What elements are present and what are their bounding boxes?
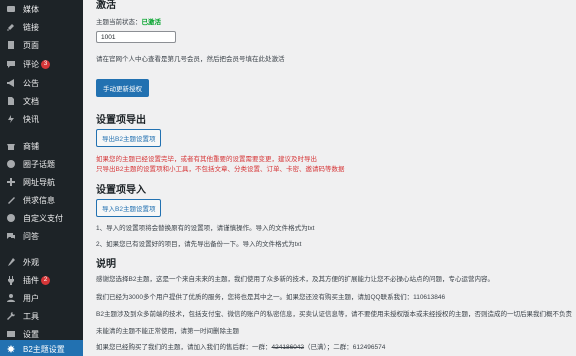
sidebar-item-label: 供求信息 <box>23 195 55 205</box>
update-license-button[interactable]: 手动更新授权 <box>96 79 149 97</box>
sidebar-item-plugins[interactable]: 插件 2 <box>0 272 83 288</box>
sidebar-item-label: 页面 <box>23 40 39 50</box>
import-note-1: 1、导入的设置项将会替换原有的设置项，请谨慎操作。导入的文件格式为txt <box>96 225 315 232</box>
plugin-update-badge: 2 <box>41 275 50 285</box>
member-number-input[interactable] <box>96 31 176 43</box>
activation-hint: 请在官网个人中心查看是第几号会员，然后把会员号填在此处激活 <box>96 56 285 63</box>
sidebar-item-circles[interactable]: 圈子话题 <box>0 156 83 172</box>
sidebar-item-nav[interactable]: 网址导航 <box>0 174 83 190</box>
export-settings-button[interactable]: 导出B2主题设置项 <box>96 129 162 147</box>
sidebar-item-label: 设置 <box>23 329 39 339</box>
about-paragraph-2: 我们已经为3000多个用户提供了优质的服务，您将也是其中之一。如果您还没有购买主… <box>96 294 446 301</box>
sidebar-item-label: 媒体 <box>23 4 39 14</box>
sidebar-item-label: 外观 <box>23 257 39 267</box>
globe-icon <box>5 177 17 187</box>
activation-title: 激活 <box>96 0 116 11</box>
page-icon <box>5 40 17 50</box>
sidebar-item-links[interactable]: 链接 <box>0 19 83 35</box>
sidebar-item-label: 快讯 <box>23 114 39 124</box>
sidebar-item-announcements[interactable]: 公告 <box>0 75 83 91</box>
import-note-2: 2、如果您已有设置好的项目，请先导出备份一下。导入的文件格式为txt <box>96 241 302 248</box>
sidebar-item-users[interactable]: 用户 <box>0 290 83 306</box>
sidebar-item-tools[interactable]: 工具 <box>0 308 83 324</box>
export-warning-2: 只导出B2主题的设置项和小工具，不包括文章、分类设置、订单、卡密、邀请码等数据 <box>96 166 345 173</box>
sidebar-item-label: 用户 <box>23 293 39 303</box>
sidebar-item-label: 插件 <box>23 275 39 285</box>
sidebar-item-label: 问答 <box>23 231 39 241</box>
export-title: 设置项导出 <box>96 115 146 126</box>
sidebar-item-label: 链接 <box>23 22 39 32</box>
sidebar-item-comments[interactable]: 评论 3 <box>0 56 83 72</box>
megaphone-icon <box>5 78 17 88</box>
store-icon <box>5 141 17 151</box>
qa-icon <box>5 231 17 241</box>
about-paragraph-1: 感谢您选择B2主题，这是一个来自未来的主题，我们使用了众多新的技术，及其方便的扩… <box>96 276 494 283</box>
circle-icon <box>5 159 17 169</box>
export-warning-1: 如果您的主题已经设置完毕，或者有其他重要的设置需要变更，建议及时导出 <box>96 156 317 163</box>
status-value: 已激活 <box>141 19 162 26</box>
settings-icon <box>5 329 17 339</box>
comment-icon <box>5 59 17 69</box>
support-group-prefix: 如果您已经购买了我们的主题，请加入我们的售后群：一群： <box>96 344 272 351</box>
plugin-icon <box>5 275 17 285</box>
sidebar-item-media[interactable]: 媒体 <box>0 1 83 17</box>
sidebar-item-appearance[interactable]: 外观 <box>0 254 83 270</box>
sidebar-item-label: 工具 <box>23 311 39 321</box>
supply-icon <box>5 195 17 205</box>
sidebar-item-label: 商铺 <box>23 141 39 151</box>
activation-status: 主题当前状态：已激活 <box>96 16 161 26</box>
link-icon <box>5 22 17 32</box>
sidebar-item-qa[interactable]: 问答 <box>0 228 83 244</box>
user-icon <box>5 293 17 303</box>
sidebar-item-custom-pay[interactable]: 自定义支付 <box>0 210 83 226</box>
document-icon <box>5 96 17 106</box>
b2-settings-main: 激活 主题当前状态：已激活 请在官网个人中心查看是第几号会员，然后把会员号填在此… <box>83 0 576 356</box>
sidebar-item-label: 自定义支付 <box>23 213 63 223</box>
support-group-1: 424186042 <box>271 344 305 351</box>
pay-icon <box>5 213 17 223</box>
sidebar-item-b2-settings[interactable]: B2主题设置 <box>0 340 83 356</box>
about-paragraph-4: 未能清的主题不能正常使用，请第一时间删除主题 <box>96 328 239 335</box>
admin-sidebar: 媒体 链接 页面 评论 3 公告 文档 快讯 商铺 圈子话题 网址导航 供求信息 <box>0 0 83 356</box>
sidebar-item-label: 网址导航 <box>23 177 55 187</box>
sidebar-item-newsflash[interactable]: 快讯 <box>0 111 83 127</box>
sidebar-item-label: 公告 <box>23 78 39 88</box>
sidebar-item-label: 评论 <box>23 59 39 69</box>
sidebar-item-label: 文档 <box>23 96 39 106</box>
sidebar-item-docs[interactable]: 文档 <box>0 93 83 109</box>
import-title: 设置项导入 <box>96 185 146 196</box>
sidebar-item-store[interactable]: 商铺 <box>0 138 83 154</box>
sidebar-item-label: 圈子话题 <box>23 159 55 169</box>
support-group-2: 612496574 <box>352 344 386 351</box>
support-group-1-note: （已满）；二群： <box>304 344 353 351</box>
flash-icon <box>5 114 17 124</box>
comment-count-badge: 3 <box>41 59 50 69</box>
about-title: 说明 <box>96 259 116 270</box>
sidebar-item-label: B2主题设置 <box>23 344 65 354</box>
status-label: 主题当前状态： <box>96 19 142 26</box>
sidebar-item-supply[interactable]: 供求信息 <box>0 192 83 208</box>
tool-icon <box>5 311 17 321</box>
media-icon <box>5 4 17 14</box>
about-paragraph-3: B2主题涉及到众多前端的技术，包括支付宝、微信的账户的私密信息，买卖认证信息等，… <box>96 311 572 318</box>
appearance-icon <box>5 257 17 267</box>
sidebar-item-pages[interactable]: 页面 <box>0 37 83 53</box>
about-paragraph-5: 如果您已经购买了我们的主题，请加入我们的售后群：一群：424186042（已满）… <box>96 341 385 351</box>
import-settings-button[interactable]: 导入B2主题设置项 <box>96 199 162 217</box>
b2-icon <box>5 344 17 354</box>
